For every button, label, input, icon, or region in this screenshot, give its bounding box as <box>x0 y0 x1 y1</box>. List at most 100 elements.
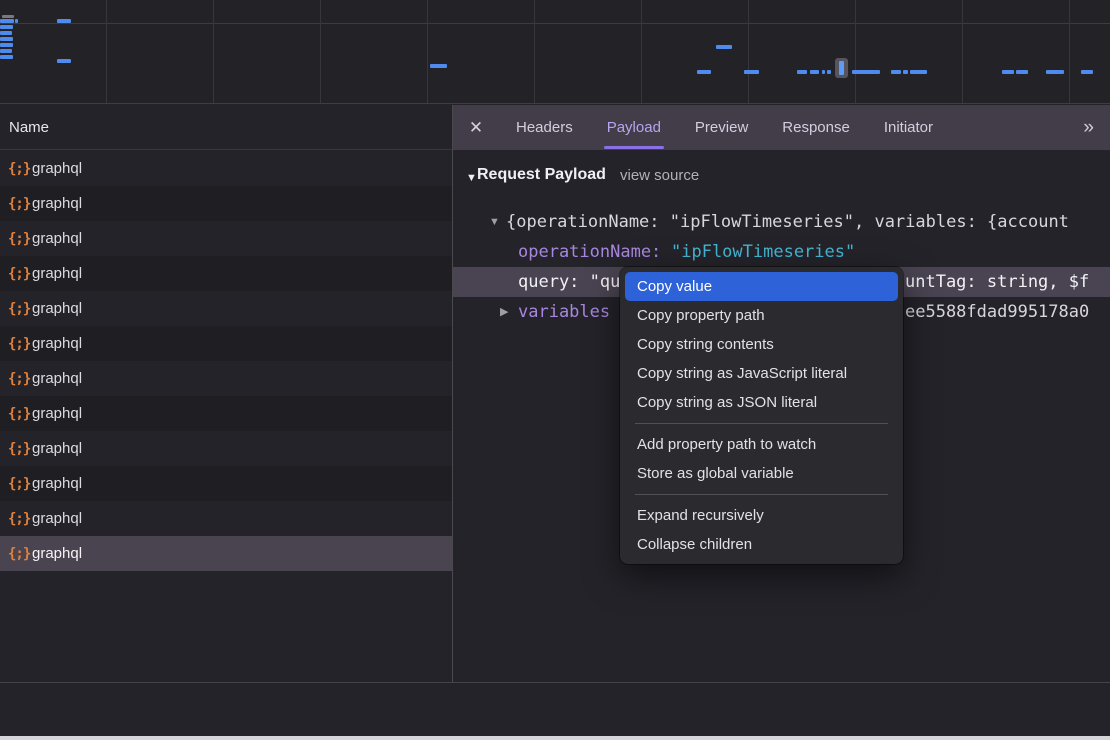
request-name-label: graphql <box>32 510 82 527</box>
network-activity-bar <box>0 25 13 29</box>
tab-payload[interactable]: Payload <box>590 105 678 150</box>
timeline-gridline <box>427 0 428 104</box>
json-request-icon: {;} <box>8 406 32 422</box>
network-activity-bar <box>827 70 831 74</box>
json-request-icon: {;} <box>8 546 32 562</box>
tab-response[interactable]: Response <box>765 105 867 150</box>
network-activity-bar <box>1046 70 1064 74</box>
request-row-graphql[interactable]: {;}graphql <box>0 221 452 256</box>
collapse-triangle-icon[interactable]: ▼ <box>489 207 500 237</box>
network-activity-bar <box>0 55 13 59</box>
menu-separator <box>635 494 888 495</box>
menu-item-copy-string-contents[interactable]: Copy string contents <box>625 330 898 359</box>
timeline-gridline <box>106 0 107 104</box>
network-activity-bar <box>891 70 901 74</box>
timeline-gridline <box>855 0 856 104</box>
json-request-icon: {;} <box>8 371 32 387</box>
more-tabs-icon[interactable]: » <box>1065 117 1110 139</box>
property-value: "ipFlowTimeseries" <box>671 237 855 267</box>
request-name-label: graphql <box>32 265 82 282</box>
menu-item-copy-property-path[interactable]: Copy property path <box>625 301 898 330</box>
section-collapse-icon[interactable]: ▼ <box>466 172 477 184</box>
network-activity-bar <box>1081 70 1093 74</box>
variables-fragment-right: ee5588fdad995178a0 <box>905 297 1089 327</box>
request-row-graphql[interactable]: {;}graphql <box>0 151 452 186</box>
menu-item-copy-string-as-javascript-literal[interactable]: Copy string as JavaScript literal <box>625 359 898 388</box>
json-request-icon: {;} <box>8 511 32 527</box>
query-fragment-left: query: "qu <box>518 267 620 297</box>
menu-item-copy-value[interactable]: Copy value <box>625 272 898 301</box>
network-activity-bar <box>0 43 13 47</box>
expand-triangle-icon[interactable]: ▶ <box>500 297 508 327</box>
menu-item-collapse-children[interactable]: Collapse children <box>625 530 898 559</box>
tab-preview[interactable]: Preview <box>678 105 765 150</box>
request-row-graphql[interactable]: {;}graphql <box>0 466 452 501</box>
payload-operationname-row[interactable]: operationName: "ipFlowTimeseries" <box>453 237 1110 267</box>
network-activity-bar <box>903 70 908 74</box>
overview-divider-line <box>0 23 1110 24</box>
request-name-label: graphql <box>32 195 82 212</box>
network-activity-bar <box>15 19 18 23</box>
network-activity-bar <box>822 70 825 74</box>
network-activity-bar <box>57 19 71 23</box>
devtools-network-panel: Name {;}graphql{;}graphql{;}graphql{;}gr… <box>0 0 1110 740</box>
property-key: variables <box>518 297 610 327</box>
json-request-icon: {;} <box>8 301 32 317</box>
request-row-graphql[interactable]: {;}graphql <box>0 431 452 466</box>
request-payload-title: Request Payload <box>477 166 606 184</box>
network-activity-bar <box>57 59 71 63</box>
menu-item-add-property-path-to-watch[interactable]: Add property path to watch <box>625 430 898 459</box>
payload-object-preview: {operationName: "ipFlowTimeseries", vari… <box>506 207 1069 237</box>
timeline-gridline <box>748 0 749 104</box>
network-activity-bar <box>797 70 807 74</box>
json-request-icon: {;} <box>8 266 32 282</box>
request-row-graphql[interactable]: {;}graphql <box>0 536 452 571</box>
request-name-label: graphql <box>32 405 82 422</box>
name-column-header[interactable]: Name <box>0 105 452 150</box>
network-overview-timeline[interactable] <box>0 0 1110 104</box>
network-activity-bar <box>716 45 732 49</box>
context-menu: Copy valueCopy property pathCopy string … <box>620 267 903 564</box>
timeline-gridline <box>641 0 642 104</box>
tab-initiator[interactable]: Initiator <box>867 105 950 150</box>
payload-root-row[interactable]: ▼ {operationName: "ipFlowTimeseries", va… <box>453 207 1110 237</box>
footer-empty-area <box>0 683 1110 736</box>
request-row-graphql[interactable]: {;}graphql <box>0 361 452 396</box>
network-activity-bar <box>0 37 13 41</box>
request-name-label: graphql <box>32 545 82 562</box>
request-name-label: graphql <box>32 230 82 247</box>
menu-item-store-as-global-variable[interactable]: Store as global variable <box>625 459 898 488</box>
menu-item-expand-recursively[interactable]: Expand recursively <box>625 501 898 530</box>
tab-headers[interactable]: Headers <box>499 105 590 150</box>
request-row-graphql[interactable]: {;}graphql <box>0 186 452 221</box>
query-fragment-right: untTag: string, $f <box>905 267 1089 297</box>
close-icon[interactable]: ✕ <box>453 118 499 138</box>
network-activity-bar <box>852 70 880 74</box>
network-activity-bar <box>0 31 12 35</box>
network-activity-bar <box>910 70 927 74</box>
request-row-graphql[interactable]: {;}graphql <box>0 291 452 326</box>
network-activity-bar <box>0 49 12 53</box>
json-request-icon: {;} <box>8 231 32 247</box>
network-activity-bar <box>1016 70 1028 74</box>
window-bottom-edge <box>0 736 1110 740</box>
timeline-gridline <box>962 0 963 104</box>
timeline-gridline <box>534 0 535 104</box>
network-activity-bar <box>430 64 447 68</box>
network-activity-bar <box>744 70 759 74</box>
request-name-label: graphql <box>32 300 82 317</box>
request-name-label: graphql <box>32 370 82 387</box>
request-name-label: graphql <box>32 335 82 352</box>
view-source-link[interactable]: view source <box>620 167 699 184</box>
details-tabbar: ✕ HeadersPayloadPreviewResponseInitiator… <box>453 105 1110 150</box>
request-list-panel: Name {;}graphql{;}graphql{;}graphql{;}gr… <box>0 105 452 682</box>
request-row-graphql[interactable]: {;}graphql <box>0 396 452 431</box>
request-name-label: graphql <box>32 160 82 177</box>
request-row-graphql[interactable]: {;}graphql <box>0 326 452 361</box>
request-row-graphql[interactable]: {;}graphql <box>0 256 452 291</box>
timeline-gridline <box>320 0 321 104</box>
json-request-icon: {;} <box>8 476 32 492</box>
request-row-graphql[interactable]: {;}graphql <box>0 501 452 536</box>
menu-item-copy-string-as-json-literal[interactable]: Copy string as JSON literal <box>625 388 898 417</box>
request-name-label: graphql <box>32 475 82 492</box>
